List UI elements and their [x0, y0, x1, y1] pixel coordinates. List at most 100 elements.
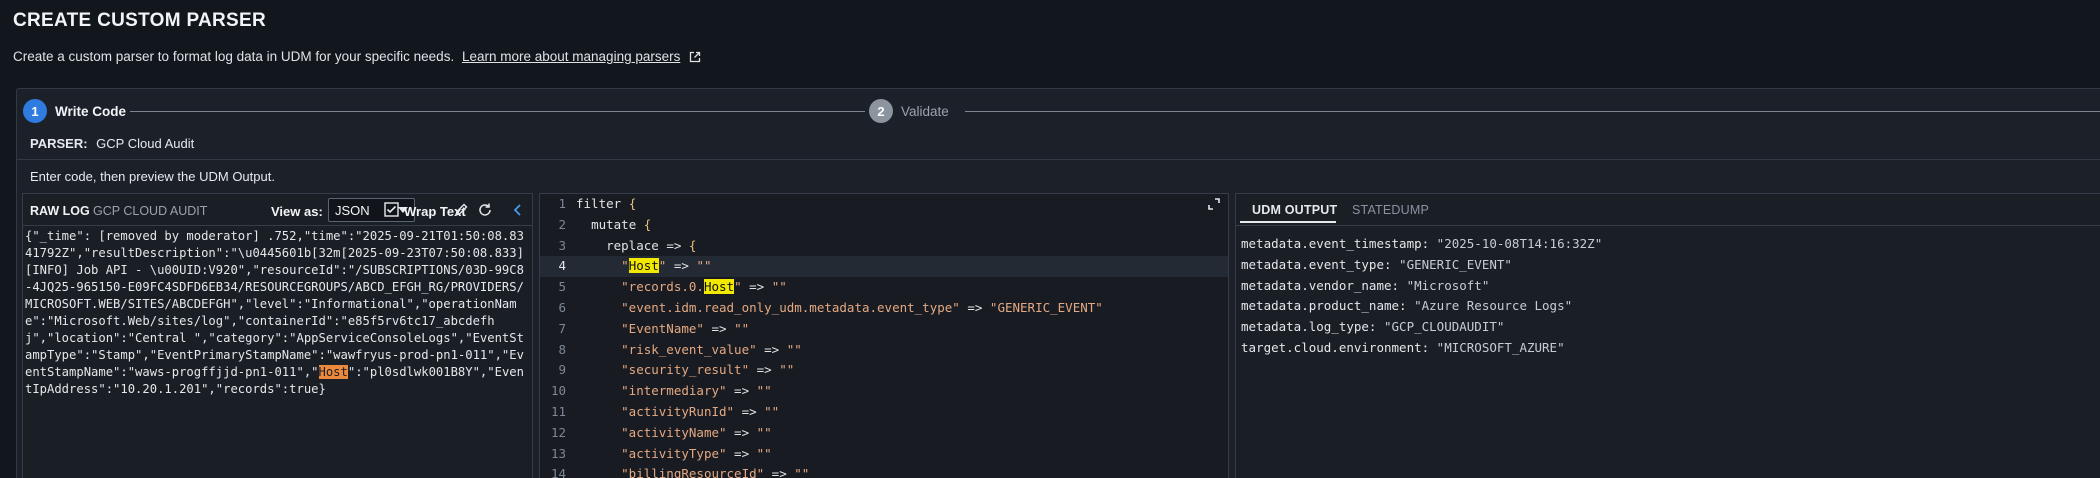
code-line[interactable]: 11 "activityRunId" => "" — [540, 402, 1228, 423]
expand-icon[interactable] — [1208, 198, 1220, 210]
udm-field-value: "2025-10-08T14:16:32Z" — [1436, 236, 1603, 251]
code-editor-pane[interactable]: 1 filter {2 mutate {3 replace => {4 "Host… — [539, 193, 1229, 478]
raw-log-title: RAW LOG — [30, 204, 90, 218]
udm-field-value: "MICROSOFT_AZURE" — [1436, 339, 1565, 355]
raw-log-text-before: {"_time": [removed by moderator] .752,"t… — [25, 229, 532, 379]
line-number: 10 — [550, 383, 566, 399]
code-line[interactable]: 2 mutate { — [540, 215, 1228, 236]
code-line[interactable]: 1 filter { — [540, 194, 1228, 215]
code-string: "" — [696, 258, 712, 274]
step-1-label[interactable]: Write Code — [55, 104, 126, 119]
tab-statedump[interactable]: STATEDUMP — [1352, 203, 1429, 217]
step-connector-trailing — [965, 111, 2100, 112]
learn-more-link[interactable]: Learn more about managing parsers — [462, 49, 680, 64]
udm-output-line: metadata.product_name: "Azure Resource L… — [1241, 296, 1602, 317]
external-link-icon[interactable] — [689, 51, 701, 63]
code-string: "records.0. — [621, 279, 704, 295]
line-number: 1 — [558, 196, 566, 211]
code-line[interactable]: 13 "activityType" => "" — [540, 444, 1228, 465]
code-line[interactable]: 8 "risk_event_value" => "" — [540, 340, 1228, 361]
parser-panel: 1 Write Code 2 Validate PARSER: GCP Clou… — [16, 88, 2100, 478]
line-number: 3 — [558, 237, 566, 253]
code-line[interactable]: 12 "activityName" => "" — [540, 423, 1228, 444]
chevron-left-icon[interactable] — [510, 202, 526, 218]
step-2-circle[interactable]: 2 — [869, 99, 893, 123]
code-line[interactable]: 3 replace => { — [540, 236, 1228, 257]
step-connector — [130, 111, 865, 112]
line-number: 14 — [550, 466, 566, 478]
code-search-highlight: Host — [628, 258, 659, 274]
code-string: " — [621, 258, 629, 274]
code-line[interactable]: 9 "security_result" => "" — [540, 360, 1228, 381]
code-string: "billingResourceId" — [621, 466, 765, 478]
code-string: "risk_event_value" — [621, 341, 757, 357]
code-string: "" — [756, 445, 772, 461]
udm-field-key: metadata.log_type: — [1241, 319, 1384, 335]
instruction-text: Enter code, then preview the UDM Output. — [30, 169, 275, 184]
code-operator: => — [726, 445, 757, 461]
parser-row: PARSER: GCP Cloud Audit — [30, 136, 194, 151]
code-string: "" — [764, 403, 780, 419]
code-string: "" — [756, 424, 772, 440]
code-string: "activityType" — [621, 445, 727, 461]
output-tabs: UDM OUTPUT STATEDUMP — [1236, 194, 2100, 226]
line-number: 13 — [550, 445, 566, 461]
raw-log-pane: RAW LOG GCP CLOUD AUDIT View as: JSON Wr… — [22, 193, 533, 478]
line-number: 6 — [558, 299, 566, 315]
code-operator: => — [726, 383, 757, 399]
view-as-value: JSON — [335, 203, 370, 218]
code-line[interactable]: 5 "records.0.Host" => "" — [540, 277, 1228, 298]
refresh-icon[interactable] — [477, 202, 493, 218]
code-line[interactable]: 6 "event.idm.read_only_udm.metadata.even… — [540, 298, 1228, 319]
code-keyword: filter — [576, 196, 622, 211]
code-line[interactable]: 4 "Host" => "" — [540, 256, 1228, 278]
code-lines[interactable]: 1 filter {2 mutate {3 replace => {4 "Host… — [540, 194, 1228, 478]
udm-field-value: "GENERIC_EVENT" — [1399, 256, 1512, 272]
code-string: "" — [786, 341, 802, 357]
code-line[interactable]: 10 "intermediary" => "" — [540, 381, 1228, 402]
raw-log-subtitle: GCP CLOUD AUDIT — [93, 204, 208, 218]
code-string: "" — [794, 466, 810, 478]
parser-value: GCP Cloud Audit — [96, 136, 195, 151]
parser-label: PARSER: — [30, 136, 88, 151]
code-operator: => — [726, 424, 757, 440]
code-line[interactable]: 7 "EventName" => "" — [540, 319, 1228, 340]
udm-output-line: target.cloud.environment: "MICROSOFT_AZU… — [1241, 338, 1602, 359]
code-operator: => — [734, 403, 765, 419]
code-operator: => — [756, 341, 787, 357]
udm-field-key: metadata.event_timestamp: — [1241, 236, 1437, 251]
divider — [17, 159, 2100, 160]
code-string: "intermediary" — [621, 383, 727, 399]
step-1-circle[interactable]: 1 — [23, 99, 47, 123]
raw-log-content[interactable]: {"_time": [removed by moderator] .752,"t… — [25, 228, 528, 398]
code-operator: => — [703, 320, 735, 336]
line-number: 11 — [550, 403, 566, 419]
code-line[interactable]: 14 "billingResourceId" => "" — [540, 464, 1228, 478]
code-keyword: replace => — [606, 237, 689, 253]
code-keyword: mutate — [591, 216, 637, 232]
code-string: "" — [756, 383, 772, 399]
raw-log-header: RAW LOG GCP CLOUD AUDIT View as: JSON Wr… — [23, 194, 532, 226]
udm-field-value: "Microsoft" — [1406, 277, 1490, 293]
code-brace: { — [628, 196, 637, 211]
view-as-select[interactable]: JSON — [328, 198, 415, 222]
checkbox-checked-icon[interactable] — [384, 202, 399, 217]
step-2-label[interactable]: Validate — [901, 104, 949, 119]
udm-field-key: metadata.event_type: — [1241, 256, 1400, 272]
code-operator: => — [741, 279, 772, 295]
tab-udm-output[interactable]: UDM OUTPUT — [1252, 203, 1337, 217]
code-string: "" — [771, 279, 787, 295]
line-number: 5 — [558, 279, 566, 295]
udm-field-key: target.cloud.environment: — [1241, 339, 1437, 355]
line-number: 8 — [558, 341, 566, 357]
pencil-icon[interactable] — [453, 202, 469, 218]
udm-output-pane: UDM OUTPUT STATEDUMP metadata.event_time… — [1235, 193, 2100, 478]
